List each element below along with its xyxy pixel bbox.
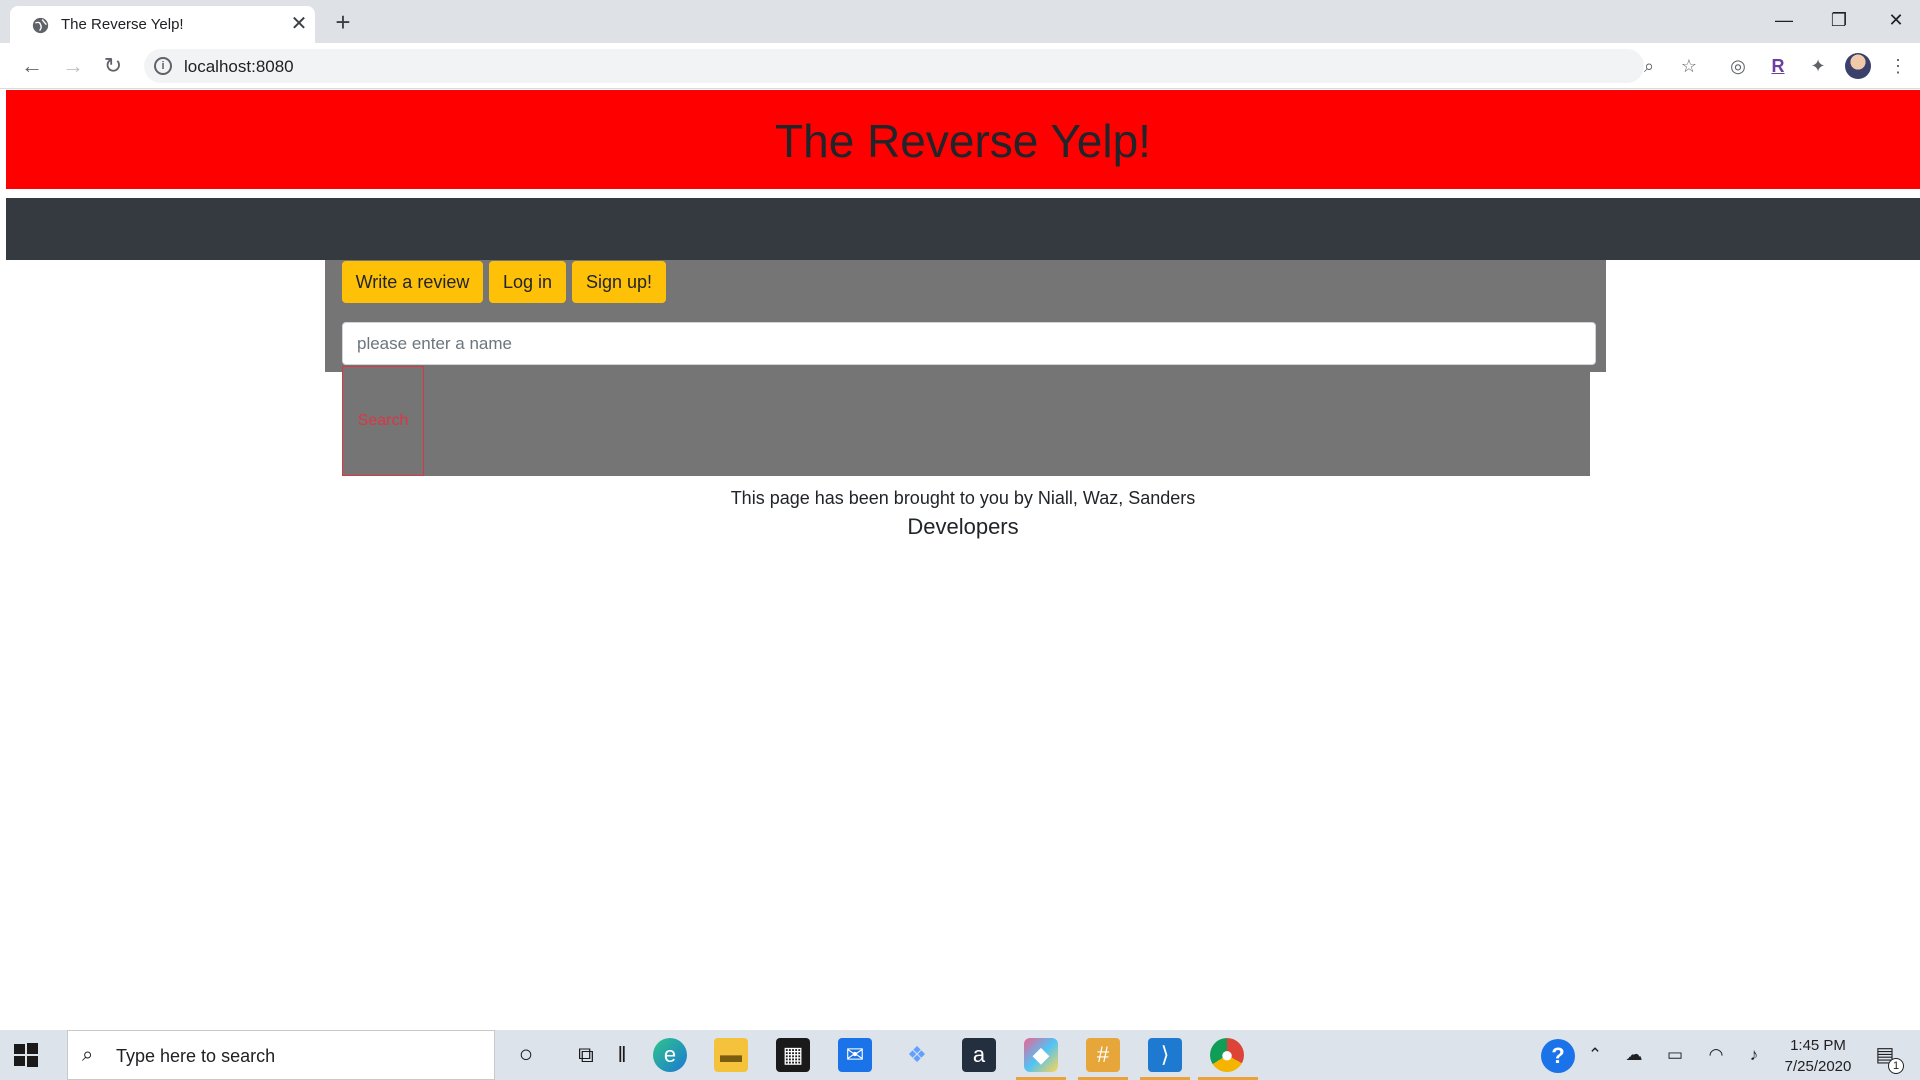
dropbox-icon[interactable]: ❖ — [900, 1038, 934, 1072]
tab-title: The Reverse Yelp! — [61, 16, 184, 33]
clock-date: 7/25/2020 — [1784, 1058, 1852, 1075]
chrome-icon[interactable]: ● — [1210, 1038, 1244, 1072]
url-text[interactable]: localhost:8080 — [184, 57, 294, 77]
git-icon[interactable]: ◆ — [1024, 1038, 1058, 1072]
new-tab-button[interactable]: + — [328, 9, 358, 35]
close-window-button[interactable]: ✕ — [1876, 6, 1916, 34]
file-explorer-icon[interactable]: ▬ — [714, 1038, 748, 1072]
maximize-button[interactable]: ❐ — [1819, 6, 1859, 34]
task-view-icon[interactable]: ⧉ — [569, 1038, 603, 1072]
address-bar[interactable]: i localhost:8080 ⌕ ☆ — [144, 49, 1697, 83]
log-in-button[interactable]: Log in — [489, 261, 566, 303]
minimize-button[interactable]: — — [1764, 6, 1804, 34]
extensions-puzzle-icon[interactable]: ✦ — [1806, 54, 1830, 78]
extension-reader-icon[interactable]: ◎ — [1726, 54, 1750, 78]
site-info-icon[interactable]: i — [154, 57, 172, 75]
sign-up-button[interactable]: Sign up! — [572, 261, 666, 303]
windows-taskbar: ⌕ Type here to search ○ ⧉ ‖ e ▬ ▦ ✉ ❖ a … — [0, 1030, 1920, 1080]
volume-icon[interactable]: ♪ — [1743, 1044, 1765, 1066]
navbar — [6, 198, 1920, 260]
clock[interactable]: 1:45 PM 7/25/2020 — [1773, 1035, 1863, 1077]
page-title: The Reverse Yelp! — [775, 115, 1151, 167]
credits-text: This page has been brought to you by Nia… — [730, 488, 1196, 508]
notification-count-badge: 1 — [1888, 1058, 1904, 1074]
search-icon: ⌕ — [82, 1044, 94, 1066]
onedrive-cloud-icon[interactable]: ☁ — [1623, 1044, 1645, 1066]
browser-tabstrip: The Reverse Yelp! ✕ + — ❐ ✕ — [0, 0, 1920, 43]
profile-avatar[interactable] — [1845, 53, 1871, 79]
forward-icon[interactable]: → — [59, 52, 87, 80]
write-review-button[interactable]: Write a review — [342, 261, 483, 303]
chevron-up-icon[interactable]: ⌃ — [1584, 1044, 1606, 1066]
windows-start-icon[interactable] — [14, 1043, 38, 1067]
edge-icon[interactable]: e — [653, 1038, 687, 1072]
battery-icon[interactable]: ▭ — [1664, 1044, 1686, 1066]
reload-icon[interactable]: ↻ — [99, 52, 127, 80]
slack-icon[interactable]: # — [1086, 1038, 1120, 1072]
browser-tab[interactable]: The Reverse Yelp! ✕ — [10, 6, 315, 43]
wifi-icon[interactable]: ◠ — [1705, 1044, 1727, 1066]
taskbar-search-box[interactable]: ⌕ Type here to search — [67, 1030, 495, 1080]
extension-r-icon[interactable]: R — [1766, 54, 1790, 78]
developers-heading: Developers — [907, 514, 1019, 539]
help-icon[interactable]: ? — [1541, 1039, 1575, 1073]
zoom-icon[interactable]: ⌕ — [1638, 55, 1660, 77]
taskbar-search-placeholder: Type here to search — [116, 1046, 276, 1066]
clock-time: 1:45 PM — [1790, 1037, 1846, 1054]
globe-icon — [32, 17, 49, 34]
amazon-icon[interactable]: a — [962, 1038, 996, 1072]
tab-close-icon[interactable]: ✕ — [288, 13, 310, 35]
search-button[interactable]: Search — [342, 366, 424, 476]
mail-icon[interactable]: ✉ — [838, 1038, 872, 1072]
store-icon[interactable]: ▦ — [776, 1038, 810, 1072]
menu-kebab-icon[interactable]: ⋮ — [1886, 54, 1910, 78]
browser-toolbar: ← → ↻ i localhost:8080 ⌕ ☆ ◎ R ✦ ⋮ — [0, 43, 1920, 89]
back-icon[interactable]: ← — [18, 52, 46, 80]
bookmark-star-icon[interactable]: ☆ — [1678, 55, 1700, 77]
divider-icon: ‖ — [617, 1042, 627, 1067]
name-search-input[interactable] — [342, 322, 1596, 365]
action-panel-lower — [342, 372, 1590, 476]
cortana-icon[interactable]: ○ — [509, 1038, 543, 1072]
vscode-icon[interactable]: ⟩ — [1148, 1038, 1182, 1072]
page-viewport: The Reverse Yelp! Write a review Log in … — [6, 90, 1920, 1030]
